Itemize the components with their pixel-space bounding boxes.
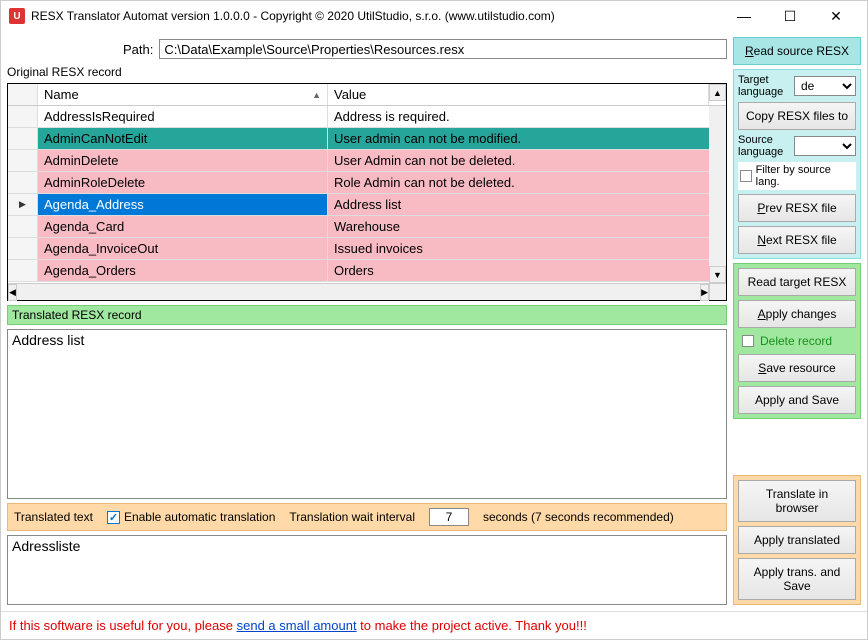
footer-message: If this software is useful for you, plea… [1,611,867,639]
row-selector[interactable] [8,128,38,149]
copy-resx-button[interactable]: Copy RESX files to [738,102,856,130]
row-selector[interactable] [8,172,38,193]
interval-spinner[interactable] [429,508,469,526]
app-window: U RESX Translator Automat version 1.0.0.… [0,0,868,640]
table-row[interactable]: Agenda_OrdersOrders [8,260,726,282]
window-title: RESX Translator Automat version 1.0.0.0 … [31,9,721,23]
column-header-name[interactable]: Name [38,84,328,105]
resx-grid[interactable]: Name Value ▲ AddressIsRequiredAddress is… [7,83,727,301]
translated-record-text[interactable]: Address list [7,329,727,499]
path-input[interactable] [159,39,727,59]
delete-record-checkbox[interactable]: Delete record [738,332,856,350]
table-row[interactable]: AdminRoleDeleteRole Admin can not be del… [8,172,726,194]
table-row[interactable]: Agenda_AddressAddress list [8,194,726,216]
table-row[interactable]: Agenda_InvoiceOutIssued invoices [8,238,726,260]
close-button[interactable]: ✕ [813,1,859,31]
cell-name[interactable]: AddressIsRequired [38,106,328,127]
translated-text-bar: Translated text Enable automatic transla… [7,503,727,531]
row-selector[interactable] [8,238,38,259]
column-header-value[interactable]: Value [328,84,709,105]
scroll-up-button[interactable]: ▲ [709,84,726,101]
table-row[interactable]: AdminCanNotEditUser admin can not be mod… [8,128,726,150]
cell-name[interactable]: Agenda_InvoiceOut [38,238,328,259]
checkbox-icon [742,335,754,347]
row-selector[interactable] [8,106,38,127]
scroll-left-button[interactable]: ◀ [8,284,17,301]
next-resx-button[interactable]: Next RESX file [738,226,856,254]
cell-value[interactable]: Issued invoices [328,238,726,259]
cell-name[interactable]: Agenda_Address [38,194,328,215]
cell-name[interactable]: Agenda_Card [38,216,328,237]
cell-name[interactable]: AdminRoleDelete [38,172,328,193]
apply-trans-save-button[interactable]: Apply trans. and Save [738,558,856,600]
translated-actions-panel: Read target RESX Apply changes Delete re… [733,263,861,419]
donate-link[interactable]: send a small amount [237,618,357,633]
cell-value[interactable]: Address list [328,194,726,215]
target-lang-label: Target language [738,74,790,98]
language-panel: Target language de Copy RESX files to So… [733,69,861,259]
cell-value[interactable]: User Admin can not be deleted. [328,150,726,171]
read-target-button[interactable]: Read target RESX [738,268,856,296]
source-lang-label: Source language [738,134,790,158]
cell-value[interactable]: Warehouse [328,216,726,237]
cell-name[interactable]: Agenda_Orders [38,260,328,281]
app-icon: U [9,8,25,24]
filter-by-source-checkbox[interactable]: Filter by source lang. [738,162,856,190]
apply-and-save-button[interactable]: Apply and Save [738,386,856,414]
scroll-down-button[interactable]: ▼ [709,266,726,283]
row-selector[interactable] [8,194,38,215]
path-label: Path: [123,42,153,57]
table-row[interactable]: Agenda_CardWarehouse [8,216,726,238]
read-source-button[interactable]: Read source RESX [733,37,861,65]
cell-name[interactable]: AdminDelete [38,150,328,171]
interval-label: Translation wait interval [289,510,415,524]
check-icon [107,511,120,524]
translated-record-label: Translated RESX record [7,305,727,325]
table-row[interactable]: AddressIsRequiredAddress is required. [8,106,726,128]
vertical-scrollbar[interactable]: ▼ [709,106,726,283]
cell-value[interactable]: Address is required. [328,106,726,127]
prev-resx-button[interactable]: Prev RESX file [738,194,856,222]
enable-auto-checkbox[interactable]: Enable automatic translation [107,510,275,524]
translated-text-label: Translated text [14,510,93,524]
checkbox-icon [740,170,752,182]
original-resx-label: Original RESX record [7,65,727,79]
cell-value[interactable]: User admin can not be modified. [328,128,726,149]
table-row[interactable]: AdminDeleteUser Admin can not be deleted… [8,150,726,172]
row-selector[interactable] [8,260,38,281]
target-lang-select[interactable]: de [794,76,856,96]
translated-text-box[interactable]: Adressliste [7,535,727,605]
row-selector[interactable] [8,216,38,237]
minimize-button[interactable]: — [721,1,767,31]
translate-in-browser-button[interactable]: Translate in browser [738,480,856,522]
apply-translated-button[interactable]: Apply translated [738,526,856,554]
row-selector[interactable] [8,150,38,171]
cell-value[interactable]: Orders [328,260,726,281]
scroll-right-button[interactable]: ▶ [700,284,709,301]
translate-actions-panel: Translate in browser Apply translated Ap… [733,475,861,605]
apply-changes-button[interactable]: Apply changes [738,300,856,328]
save-resource-button[interactable]: Save resource [738,354,856,382]
horizontal-scrollbar[interactable]: ◀ ▶ [8,283,726,300]
maximize-button[interactable]: ☐ [767,1,813,31]
cell-value[interactable]: Role Admin can not be deleted. [328,172,726,193]
source-lang-select[interactable] [794,136,856,156]
titlebar: U RESX Translator Automat version 1.0.0.… [1,1,867,31]
interval-suffix: seconds (7 seconds recommended) [483,510,674,524]
cell-name[interactable]: AdminCanNotEdit [38,128,328,149]
grid-corner [8,84,38,105]
